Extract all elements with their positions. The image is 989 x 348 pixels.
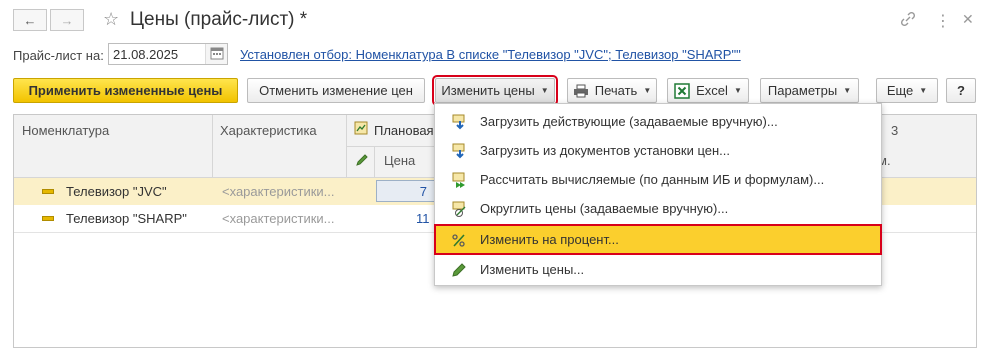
back-button[interactable]: ← <box>13 9 47 31</box>
apply-changed-prices-button[interactable]: Применить измененные цены <box>13 78 238 103</box>
calendar-icon <box>210 47 224 60</box>
column-divider <box>374 147 375 177</box>
excel-icon <box>674 82 690 99</box>
more-vertical-icon[interactable]: ⋮ <box>935 11 951 31</box>
favorite-star-icon[interactable]: ☆ <box>103 9 119 30</box>
filter-selection-link[interactable]: Установлен отбор: Номенклатура В списке … <box>240 47 741 62</box>
column-divider <box>212 115 213 177</box>
chevron-down-icon: ▼ <box>843 86 852 95</box>
menu-item-label: Округлить цены (задаваемые вручную)... <box>480 201 729 216</box>
cancel-label: Отменить изменение цен <box>259 83 413 98</box>
window-title: Цены (прайс-лист) * <box>130 9 308 30</box>
column-header-characteristic[interactable]: Характеристика <box>220 123 317 138</box>
print-button[interactable]: Печать ▼ <box>567 78 657 103</box>
header-subdivider <box>347 146 437 147</box>
parameters-label: Параметры <box>767 83 838 98</box>
cell-nomenclature[interactable]: Телевизор "JVC" <box>66 184 167 199</box>
menu-item-round[interactable]: Округлить цены (задаваемые вручную)... <box>435 194 881 223</box>
chevron-down-icon: ▼ <box>919 86 928 95</box>
pencil-icon <box>355 153 369 170</box>
change-prices-label: Изменить цены <box>441 83 535 98</box>
column-header-price[interactable]: Цена <box>384 153 415 168</box>
change-prices-dropdown-button[interactable]: Изменить цены ▼ <box>432 75 558 106</box>
cell-price[interactable]: 7 <box>420 184 427 199</box>
excel-label: Excel <box>696 83 728 98</box>
menu-item-load-current[interactable]: Загрузить действующие (задаваемые вручну… <box>435 107 881 136</box>
calculate-icon <box>451 172 467 188</box>
link-icon[interactable] <box>900 11 916 30</box>
arrow-right-icon: → <box>60 12 74 28</box>
cancel-price-changes-button[interactable]: Отменить изменение цен <box>247 78 425 103</box>
apply-label: Применить измененные цены <box>28 83 223 98</box>
cell-price[interactable]: 11 <box>416 211 430 226</box>
menu-item-label: Загрузить действующие (задаваемые вручну… <box>480 114 778 129</box>
pencil-icon <box>451 262 467 278</box>
chevron-down-icon: ▼ <box>733 86 742 95</box>
price-cell-editor[interactable]: 7 <box>376 180 436 202</box>
column-header-nomenclature[interactable]: Номенклатура <box>22 123 109 138</box>
round-prices-icon <box>451 201 467 217</box>
parameters-button[interactable]: Параметры ▼ <box>760 78 859 103</box>
column-header-planned[interactable]: Плановая <box>374 123 434 138</box>
menu-item-label: Загрузить из документов установки цен... <box>480 143 731 158</box>
chevron-down-icon: ▼ <box>540 86 549 95</box>
change-prices-menu: Загрузить действующие (задаваемые вручну… <box>434 103 882 286</box>
help-label: ? <box>957 83 965 98</box>
cell-nomenclature[interactable]: Телевизор "SHARP" <box>66 211 187 226</box>
cell-characteristic[interactable]: <характеристики... <box>222 211 335 226</box>
forward-button[interactable]: → <box>50 9 84 31</box>
more-label: Еще <box>886 83 914 98</box>
excel-button[interactable]: Excel ▼ <box>667 78 749 103</box>
price-type-icon <box>354 121 368 138</box>
menu-item-load-from-docs[interactable]: Загрузить из документов установки цен... <box>435 136 881 165</box>
menu-item-label: Рассчитать вычисляемые (по данным ИБ и ф… <box>480 172 825 187</box>
printer-icon <box>573 84 588 97</box>
column-header-partial: 3 <box>891 123 899 138</box>
load-current-icon <box>451 114 467 130</box>
cell-characteristic[interactable]: <характеристики... <box>222 184 335 199</box>
price-list-date-label: Прайс-лист на: <box>13 48 104 63</box>
print-label: Печать <box>594 83 638 98</box>
item-marker-icon <box>42 189 54 194</box>
menu-item-change-by-percent[interactable]: Изменить на процент... <box>434 224 882 255</box>
calendar-button[interactable] <box>205 44 227 64</box>
arrow-left-icon: ← <box>23 12 37 28</box>
chevron-down-icon: ▼ <box>643 86 652 95</box>
item-marker-icon <box>42 216 54 221</box>
percent-icon <box>451 232 467 248</box>
help-button[interactable]: ? <box>946 78 976 103</box>
menu-item-change-prices[interactable]: Изменить цены... <box>435 255 881 284</box>
menu-item-label: Изменить на процент... <box>480 232 619 247</box>
load-from-docs-icon <box>451 143 467 159</box>
close-icon[interactable]: ✕ <box>962 11 974 28</box>
more-button[interactable]: Еще ▼ <box>876 78 938 103</box>
menu-item-label: Изменить цены... <box>480 262 585 277</box>
menu-item-calculate[interactable]: Рассчитать вычисляемые (по данным ИБ и ф… <box>435 165 881 194</box>
